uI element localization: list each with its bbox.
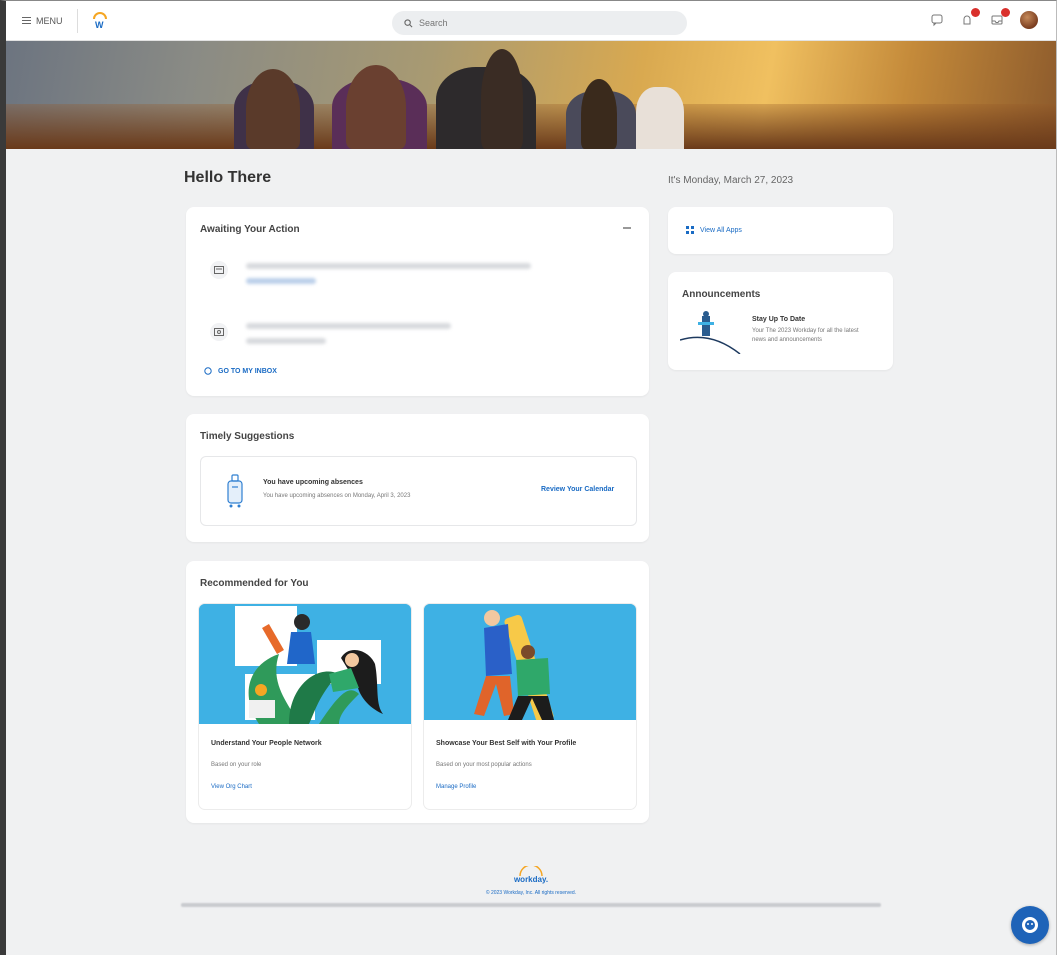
- date-text: It's Monday, March 27, 2023: [668, 175, 794, 186]
- suggestion-headline: You have upcoming absences: [263, 479, 363, 486]
- announcements-title: Announcements: [682, 289, 761, 300]
- announcement-thumbnail: [680, 311, 741, 354]
- recommendation-title: Understand Your People Network: [211, 740, 322, 747]
- task-icon: [210, 261, 228, 279]
- timely-suggestions-card: Timely Suggestions You have upcoming abs…: [186, 414, 649, 542]
- announcement-desc: Your The 2023 Workday for all the latest…: [752, 328, 859, 343]
- timely-suggestions-title: Timely Suggestions: [200, 431, 295, 442]
- luggage-icon: [227, 474, 243, 508]
- inbox-badge: [1001, 8, 1010, 17]
- hero-banner: [6, 41, 1056, 149]
- task-line: [246, 338, 326, 344]
- footer: workday. © 2023 Workday, Inc. All rights…: [6, 866, 1056, 907]
- top-bar: MENU W: [6, 1, 1056, 41]
- footer-logo-text: workday.: [513, 875, 549, 884]
- inbox-icon[interactable]: [990, 8, 1010, 27]
- profile-illustration: [424, 604, 636, 724]
- task-icon: [210, 323, 228, 341]
- workday-logo-icon[interactable]: W: [92, 11, 108, 30]
- recommendation-desc: Based on your role: [211, 762, 262, 768]
- awaiting-action-card: Awaiting Your Action GO TO MY INBOX: [186, 207, 649, 396]
- recommendation-item[interactable]: Showcase Your Best Self with Your Profil…: [424, 604, 636, 809]
- chat-icon[interactable]: [930, 13, 944, 27]
- review-calendar-link[interactable]: Review Your Calendar: [541, 486, 614, 493]
- avatar[interactable]: [1020, 11, 1038, 29]
- top-icons: [930, 8, 1038, 29]
- search-input[interactable]: [419, 18, 659, 28]
- inbox-link-icon: [204, 367, 212, 375]
- hero-dog: [636, 87, 684, 149]
- view-org-chart-link[interactable]: View Org Chart: [211, 784, 252, 790]
- notifications-icon[interactable]: [960, 8, 980, 27]
- chat-assistant-button[interactable]: [1011, 906, 1049, 944]
- hero-person: [246, 69, 300, 149]
- page-title: Hello There: [184, 169, 272, 186]
- apps-card: View All Apps: [668, 207, 893, 254]
- assistant-icon: [1022, 917, 1038, 933]
- view-all-apps-link[interactable]: View All Apps: [686, 226, 742, 234]
- notification-badge: [971, 8, 980, 17]
- menu-label: MENU: [36, 15, 63, 26]
- recommendation-item[interactable]: Understand Your People Network Based on …: [199, 604, 411, 809]
- recommendation-title: Showcase Your Best Self with Your Profil…: [436, 740, 577, 747]
- manage-profile-link[interactable]: Manage Profile: [436, 784, 476, 790]
- hero-person: [346, 65, 406, 149]
- task-text: [246, 317, 451, 353]
- task-item[interactable]: [210, 317, 451, 353]
- view-all-apps-label: View All Apps: [700, 226, 742, 234]
- footer-copyright[interactable]: © 2023 Workday, Inc. All rights reserved…: [6, 890, 1056, 896]
- search-box[interactable]: [392, 11, 687, 35]
- task-line: [246, 263, 531, 269]
- hamburger-icon: [22, 17, 31, 24]
- footer-logo: workday.: [514, 866, 548, 884]
- awaiting-action-title: Awaiting Your Action: [200, 224, 300, 235]
- svg-text:W: W: [95, 20, 104, 30]
- suggestion-item: You have upcoming absences You have upco…: [200, 456, 637, 526]
- footer-note-blurred: [181, 903, 881, 907]
- announcement-item[interactable]: Stay Up To Date Your The 2023 Workday fo…: [680, 310, 880, 360]
- task-item[interactable]: [210, 255, 531, 293]
- apps-grid-icon: [686, 226, 694, 234]
- go-to-inbox-link[interactable]: GO TO MY INBOX: [204, 367, 277, 375]
- suggestion-detail: You have upcoming absences on Monday, Ap…: [263, 493, 411, 499]
- people-network-illustration: [199, 604, 411, 724]
- announcements-card: Announcements Stay Up To Date Your The 2…: [668, 272, 893, 370]
- task-line: [246, 278, 316, 284]
- hero-person: [481, 49, 523, 149]
- recommended-title: Recommended for You: [200, 578, 309, 589]
- task-text: [246, 255, 531, 293]
- hero-person: [581, 79, 617, 149]
- collapse-icon[interactable]: [623, 227, 631, 229]
- go-to-inbox-label: GO TO MY INBOX: [218, 367, 277, 375]
- recommendation-desc: Based on your most popular actions: [436, 762, 532, 768]
- announcement-title: Stay Up To Date: [752, 316, 806, 323]
- app-frame: MENU W Search Hello There It's Monday, M…: [0, 0, 1057, 955]
- recommended-card: Recommended for You Understand Your Peop…: [186, 561, 649, 823]
- menu-button[interactable]: MENU: [16, 8, 78, 33]
- task-line: [246, 323, 451, 329]
- search-icon: [404, 18, 413, 27]
